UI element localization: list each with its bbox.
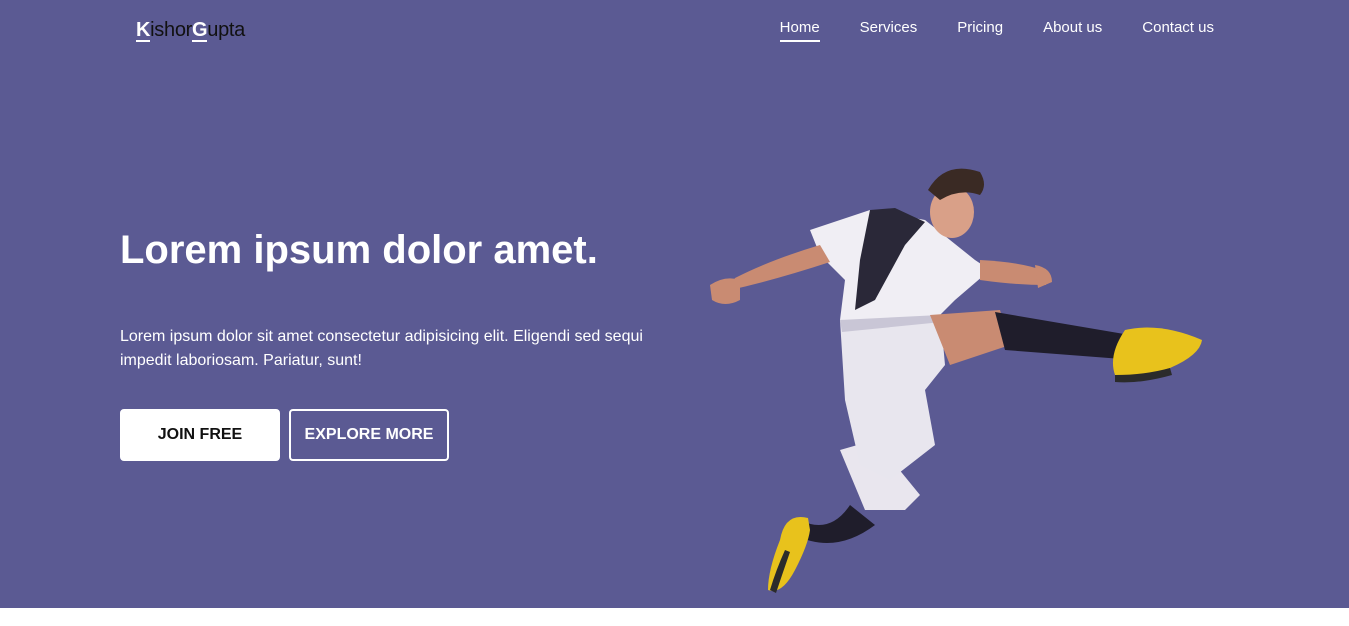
nav-about-us[interactable]: About us: [1043, 19, 1102, 42]
logo-first-initial: K: [136, 19, 151, 42]
nav-pricing[interactable]: Pricing: [957, 19, 1003, 42]
explore-more-button[interactable]: EXPLORE MORE: [289, 409, 449, 461]
join-free-button[interactable]: JOIN FREE: [120, 409, 280, 461]
hero-description: Lorem ipsum dolor sit amet consectetur a…: [120, 328, 643, 369]
nav-contact-us[interactable]: Contact us: [1142, 19, 1214, 42]
main-nav: Home Services Pricing About us Contact u…: [779, 19, 1214, 42]
nav-home[interactable]: Home: [779, 19, 820, 42]
logo-last-rest: upta: [207, 19, 246, 41]
hero-title: Lorem ipsum dolor amet.: [120, 228, 598, 272]
logo-last-initial: G: [192, 19, 208, 42]
logo-first-rest: ishor: [150, 19, 193, 41]
logo[interactable]: Kishor Gupta: [136, 19, 245, 42]
soccer-player-image: [710, 168, 1202, 593]
hero-section: Kishor Gupta Home Services Pricing About …: [0, 0, 1349, 608]
nav-services[interactable]: Services: [860, 19, 918, 42]
